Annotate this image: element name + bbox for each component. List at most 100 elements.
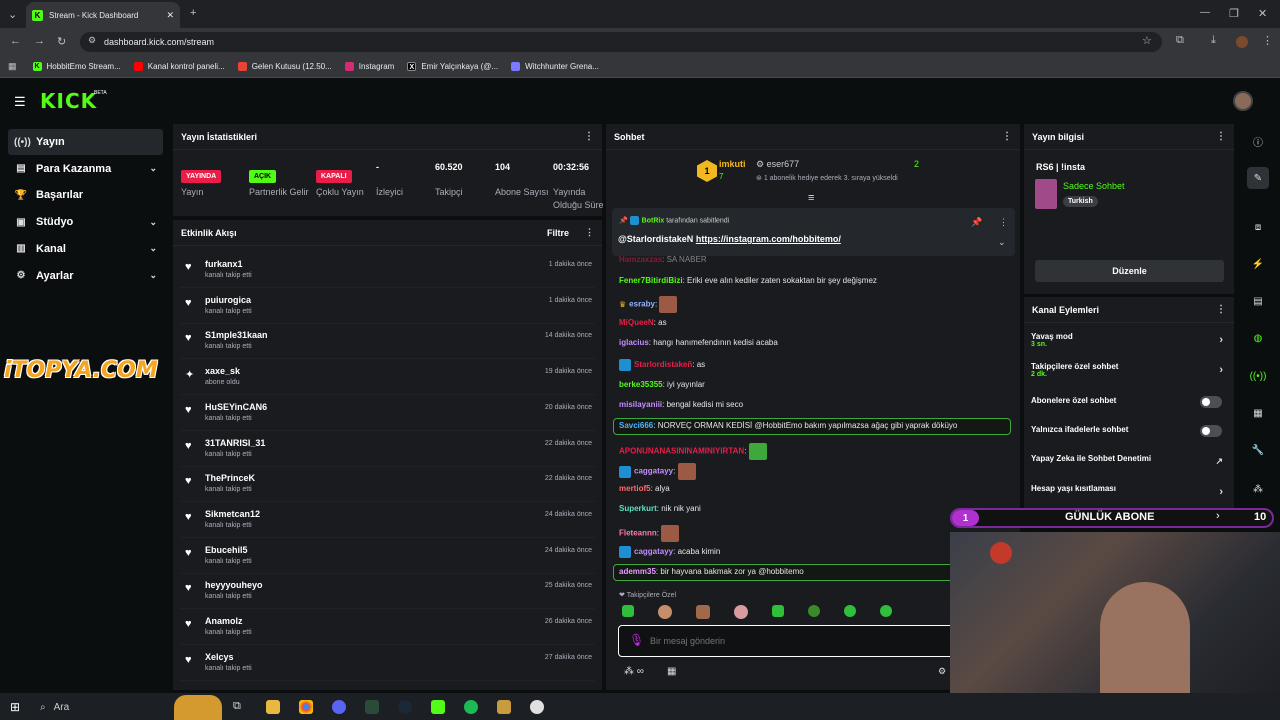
edit-button[interactable]: Düzenle xyxy=(1035,260,1224,282)
tab-search-icon[interactable]: ⌄ xyxy=(8,8,17,21)
restore-icon[interactable]: ❐ xyxy=(1229,7,1239,20)
menu-icon[interactable]: ⋮ xyxy=(1262,34,1273,47)
address-bar[interactable]: dashboard.kick.com/stream xyxy=(80,32,1162,52)
activity-username[interactable]: puiurogica xyxy=(205,295,251,305)
chevron-down-icon[interactable]: ⌄ xyxy=(149,243,157,254)
obs-icon[interactable] xyxy=(530,700,544,714)
channel-action-item[interactable]: Yavaş mod 3 sn. › xyxy=(1031,332,1227,348)
activity-username[interactable]: xaxe_sk xyxy=(205,366,240,376)
emote-icon[interactable] xyxy=(844,605,856,617)
top-gifter-name[interactable]: imkuti xyxy=(719,159,746,169)
sidebar-item-trophy[interactable]: 🏆 Başarılar xyxy=(8,182,163,208)
more-icon[interactable]: ⁂ xyxy=(1247,478,1269,500)
emote-icon[interactable] xyxy=(772,605,784,617)
chat-username[interactable]: iglacius xyxy=(619,338,649,347)
activity-username[interactable]: Anamolz xyxy=(205,616,243,626)
chat-username[interactable]: mertiof5 xyxy=(619,484,651,493)
viewer-settings-icon[interactable]: ⁂ ∞ xyxy=(624,666,644,677)
actions-menu-icon[interactable]: ⋮ xyxy=(1216,304,1226,315)
windows-start-icon[interactable]: ⊞ xyxy=(10,700,20,714)
discord-icon[interactable] xyxy=(332,700,346,714)
channel-action-item[interactable]: Takipçilere özel sohbet 2 dk. › xyxy=(1031,362,1227,378)
chevron-right-icon[interactable]: › xyxy=(1219,486,1223,498)
chevron-down-icon[interactable]: ⌄ xyxy=(149,217,157,228)
sidebar-item-money[interactable]: ▤ Para Kazanma ⌄ xyxy=(8,156,163,182)
browser-tab[interactable]: K Stream - Kick Dashboard ✕ xyxy=(26,2,180,28)
broadcast-icon[interactable]: ((•)) xyxy=(1247,365,1269,387)
chat-username[interactable]: misilayaniii xyxy=(619,400,662,409)
window-close-icon[interactable]: ✕ xyxy=(1258,7,1267,20)
download-icon[interactable]: ⤓ xyxy=(1211,34,1216,47)
hamburger-icon[interactable]: ☰ xyxy=(14,94,26,110)
info-menu-icon[interactable]: ⋮ xyxy=(1216,131,1226,142)
activity-username[interactable]: Xelcys xyxy=(205,652,234,662)
collapse-chevron-icon[interactable]: ≡ xyxy=(808,192,814,204)
chat-username[interactable]: Superkurt xyxy=(619,504,657,513)
emote-icon[interactable] xyxy=(658,605,672,619)
channel-action-item[interactable]: Yapay Zeka ile Sohbet Denetimi ↗ xyxy=(1031,454,1227,466)
channel-action-item[interactable]: Abonelere özel sohbet xyxy=(1031,396,1227,408)
sidebar-item-channel[interactable]: ▥ Kanal ⌄ xyxy=(8,236,163,262)
activity-username[interactable]: 31TANRISI_31 xyxy=(205,438,265,448)
pin-icon[interactable]: 📌 xyxy=(971,217,982,228)
external-link-icon[interactable]: ↗ xyxy=(1215,456,1223,467)
chat-username[interactable]: MiQueeN xyxy=(619,318,654,327)
pinned-link[interactable]: https://instagram.com/hobbitemo/ xyxy=(696,234,841,244)
back-icon[interactable]: ← xyxy=(10,35,21,47)
chat-bubble-icon[interactable]: ◍ xyxy=(1247,327,1269,349)
reload-icon[interactable]: ↻ xyxy=(57,35,66,48)
bookmark-star-icon[interactable]: ☆ xyxy=(1142,34,1152,47)
chevron-right-icon[interactable]: › xyxy=(1219,334,1223,346)
activity-username[interactable]: heyyyouheyo xyxy=(205,580,263,590)
task-view-icon[interactable]: ⧉ xyxy=(233,700,241,713)
forward-icon[interactable]: → xyxy=(34,35,45,47)
edit-pencil-icon[interactable]: ✎ xyxy=(1247,167,1269,189)
chat-username[interactable]: caggatayy xyxy=(634,547,673,556)
user-avatar[interactable] xyxy=(1233,91,1253,111)
chat-username[interactable]: esraby xyxy=(629,300,655,309)
minimize-icon[interactable]: — xyxy=(1200,7,1210,18)
clipboard-icon[interactable]: ▤ xyxy=(1247,290,1269,312)
kick-logo[interactable]: KICK xyxy=(40,89,97,113)
chat-username[interactable]: caggatayy xyxy=(634,467,673,476)
chevron-down-icon[interactable]: ⌄ xyxy=(149,270,157,281)
chat-username[interactable]: berke35355 xyxy=(619,380,663,389)
emote-icon[interactable] xyxy=(880,605,892,617)
emote-icon[interactable] xyxy=(808,605,820,617)
chat-username[interactable]: Savci666 xyxy=(619,421,653,430)
chat-username[interactable]: Fener7BitirdiBizi xyxy=(619,276,683,285)
chrome-icon[interactable] xyxy=(299,700,313,714)
apps-grid-icon[interactable]: ▦ xyxy=(8,61,17,72)
activity-username[interactable]: Sikmetcan12 xyxy=(205,509,260,519)
chat-input[interactable] xyxy=(650,633,940,649)
bookmark-item[interactable]: X Emir Yalçınkaya (@... xyxy=(407,62,498,71)
bookmark-item[interactable]: Kanal kontrol paneli... xyxy=(133,62,225,71)
sidebar-item-gear[interactable]: ⚙ Ayarlar ⌄ xyxy=(8,263,163,289)
activity-username[interactable]: ThePrinceK xyxy=(205,473,255,483)
tab-close-icon[interactable]: ✕ xyxy=(166,10,174,21)
category-name[interactable]: Sadece Sohbet xyxy=(1063,181,1125,191)
activity-username[interactable]: S1mple31kaan xyxy=(205,330,268,340)
activity-username[interactable]: furkanx1 xyxy=(205,259,243,269)
xbox-icon[interactable] xyxy=(365,700,379,714)
file-explorer-icon[interactable] xyxy=(266,700,280,714)
sidebar-item-broadcast[interactable]: ((•)) Yayın xyxy=(8,129,163,155)
category-thumbnail[interactable] xyxy=(1035,179,1057,209)
chat-username[interactable]: APONUNANASININAMINIYIRTAN xyxy=(619,447,744,456)
profile-avatar[interactable] xyxy=(1236,36,1248,48)
extensions-icon[interactable]: ⧉ xyxy=(1176,34,1184,47)
pinned-expand-icon[interactable]: ⌄ xyxy=(998,237,1006,248)
bookmark-item[interactable]: K HobbitEmo Stream... xyxy=(32,62,121,71)
new-tab-icon[interactable]: + xyxy=(190,7,196,19)
site-info-icon[interactable]: ⚙ xyxy=(88,35,96,46)
chat-username[interactable]: Starlordistakeñ xyxy=(634,360,692,369)
search-highlight-image[interactable] xyxy=(174,695,222,720)
filter-button[interactable]: Filtre xyxy=(547,228,569,238)
bookmark-item[interactable]: Instagram xyxy=(344,62,394,71)
sidebar-item-studio[interactable]: ▣ Stüdyo ⌄ xyxy=(8,209,163,235)
emote-icon[interactable] xyxy=(734,605,748,619)
chevron-down-icon[interactable]: ⌄ xyxy=(149,163,157,174)
taskbar-search[interactable]: ⌕ Ara xyxy=(32,697,172,717)
activity-username[interactable]: Ebucehil5 xyxy=(205,545,248,555)
chat-menu-icon[interactable]: ⋮ xyxy=(1002,131,1012,142)
